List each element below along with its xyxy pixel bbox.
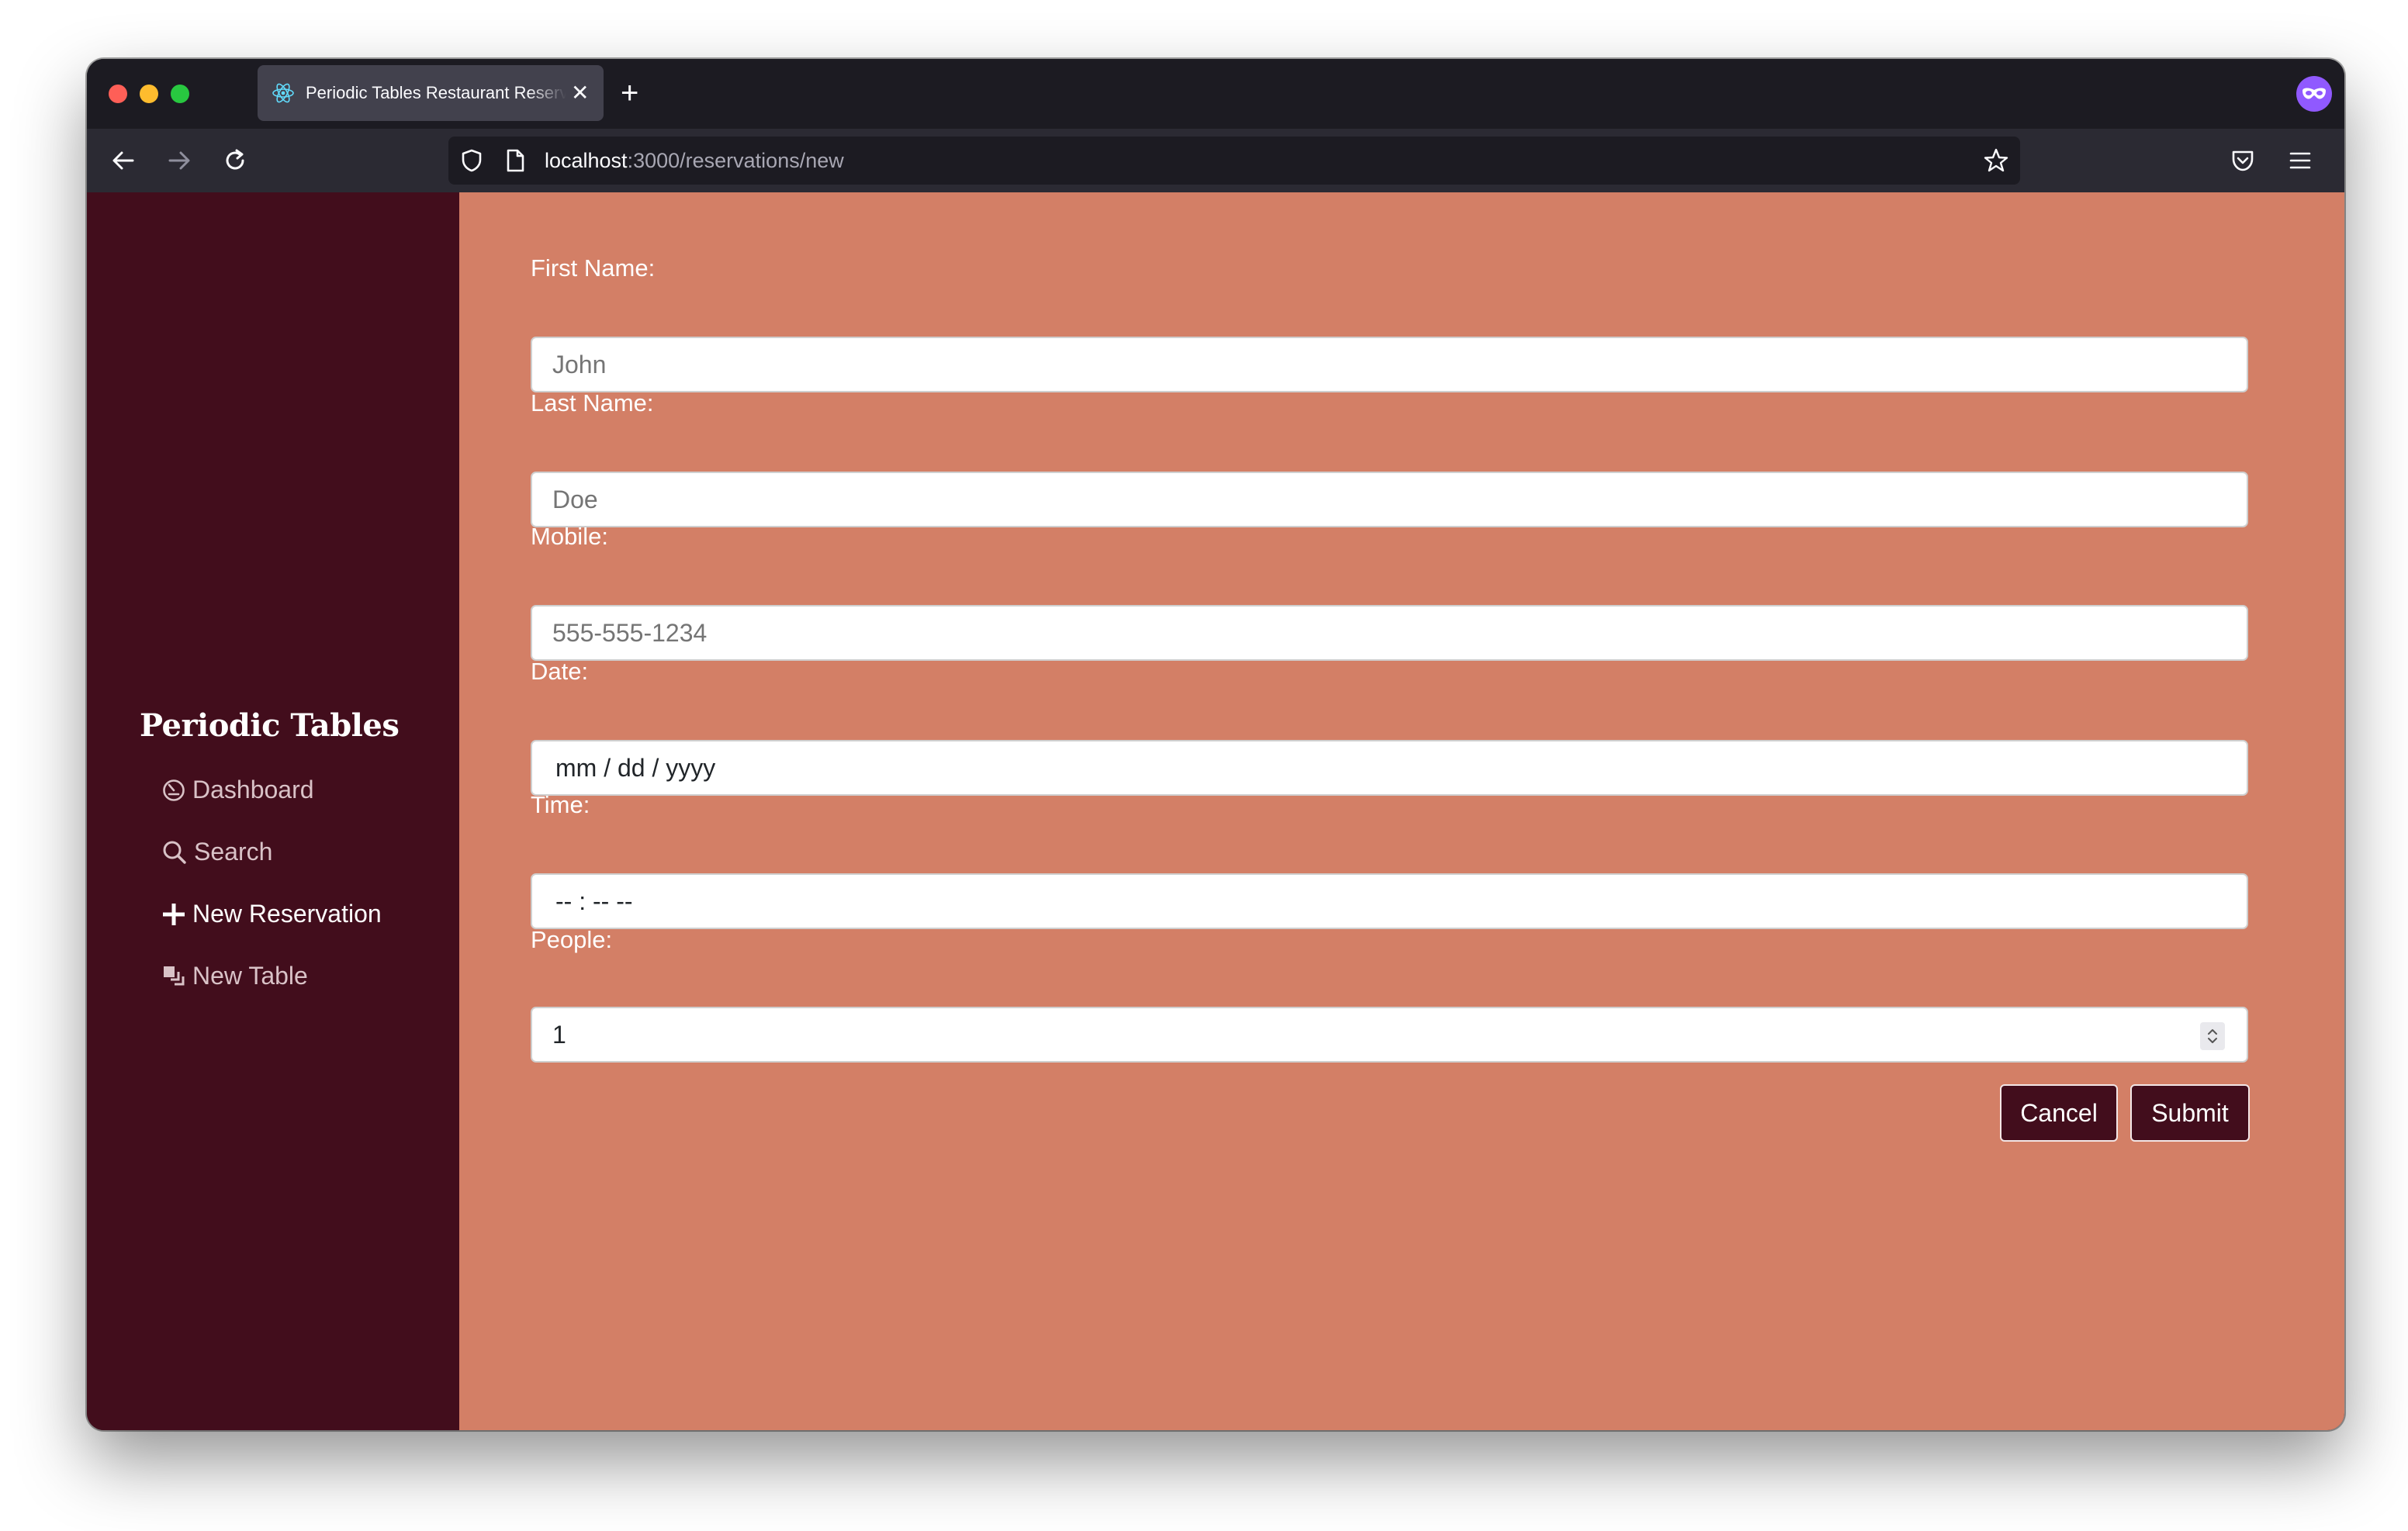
new-tab-button[interactable]: + (621, 74, 638, 112)
browser-window: Periodic Tables Restaurant Reservation ✕… (87, 59, 2344, 1430)
browser-tab[interactable]: Periodic Tables Restaurant Reservation ✕ (258, 65, 604, 121)
sidebar-item-label: New Table (192, 962, 308, 990)
url-text[interactable]: localhost:3000/reservations/new (545, 137, 844, 185)
minimize-window-button[interactable] (140, 85, 158, 103)
plus-icon (163, 903, 185, 925)
back-arrow-icon (112, 151, 134, 170)
reservation-form: First Name: Last Name: Mobile: Date: mm … (459, 192, 2344, 1430)
address-bar[interactable]: localhost:3000/reservations/new (448, 137, 2020, 185)
sidebar: Periodic Tables Dashboard Search New Res… (87, 192, 459, 1430)
first-name-input[interactable] (531, 337, 2248, 392)
time-input[interactable]: -- : -- -- (531, 873, 2248, 929)
pocket-icon (2232, 150, 2254, 171)
maximize-window-button[interactable] (171, 85, 189, 103)
mobile-input[interactable] (531, 605, 2248, 661)
sidebar-item-new-reservation[interactable]: New Reservation (161, 900, 382, 928)
private-browsing-icon[interactable] (2296, 76, 2332, 112)
sidebar-item-label: Dashboard (192, 776, 314, 804)
react-icon (272, 83, 294, 103)
mask-icon (2302, 88, 2326, 99)
close-window-button[interactable] (109, 85, 127, 103)
submit-button[interactable]: Submit (2130, 1084, 2250, 1142)
tab-title: Periodic Tables Restaurant Reservation (306, 83, 566, 102)
hamburger-menu-icon (2289, 152, 2311, 169)
date-placeholder: mm / dd / yyyy (555, 754, 716, 782)
sidebar-item-dashboard[interactable]: Dashboard (161, 776, 314, 804)
forward-arrow-icon (168, 151, 190, 170)
people-value: 1 (552, 1021, 566, 1049)
first-name-label: First Name: (531, 254, 656, 282)
sidebar-item-label: Search (194, 838, 273, 866)
people-stepper[interactable] (2200, 1022, 2225, 1050)
title-bar: Periodic Tables Restaurant Reservation ✕… (87, 59, 2344, 129)
mobile-label: Mobile: (531, 523, 608, 550)
forward-button[interactable] (163, 144, 195, 177)
last-name-input[interactable] (531, 472, 2248, 527)
sidebar-item-new-table[interactable]: New Table (161, 962, 308, 990)
cancel-button[interactable]: Cancel (2000, 1084, 2118, 1142)
stepper-arrows-icon (2208, 1029, 2217, 1043)
people-input[interactable]: 1 (531, 1007, 2248, 1063)
brand-title: Periodic Tables (140, 707, 400, 744)
people-label: People: (531, 926, 613, 953)
navigation-toolbar: localhost:3000/reservations/new (87, 129, 2344, 194)
menu-button[interactable] (2284, 144, 2316, 177)
url-path: :3000/reservations/new (627, 149, 844, 172)
url-host: localhost (545, 149, 628, 172)
reload-icon (226, 149, 244, 170)
date-label: Date: (531, 658, 589, 685)
search-icon (163, 841, 186, 864)
dashboard-icon (163, 779, 185, 801)
last-name-label: Last Name: (531, 389, 654, 416)
sidebar-item-search[interactable]: Search (161, 838, 272, 866)
sidebar-item-label: New Reservation (192, 900, 382, 928)
time-label: Time: (531, 791, 590, 818)
page-icon[interactable] (504, 148, 526, 173)
time-placeholder: -- : -- -- (555, 887, 633, 915)
pocket-button[interactable] (2226, 144, 2259, 177)
date-input[interactable]: mm / dd / yyyy (531, 740, 2248, 796)
table-icon (164, 966, 185, 985)
shield-icon[interactable] (459, 148, 484, 173)
reload-button[interactable] (219, 144, 251, 177)
back-button[interactable] (107, 144, 140, 177)
bookmark-star-icon[interactable] (1983, 147, 2009, 174)
close-tab-icon[interactable]: ✕ (571, 82, 589, 104)
